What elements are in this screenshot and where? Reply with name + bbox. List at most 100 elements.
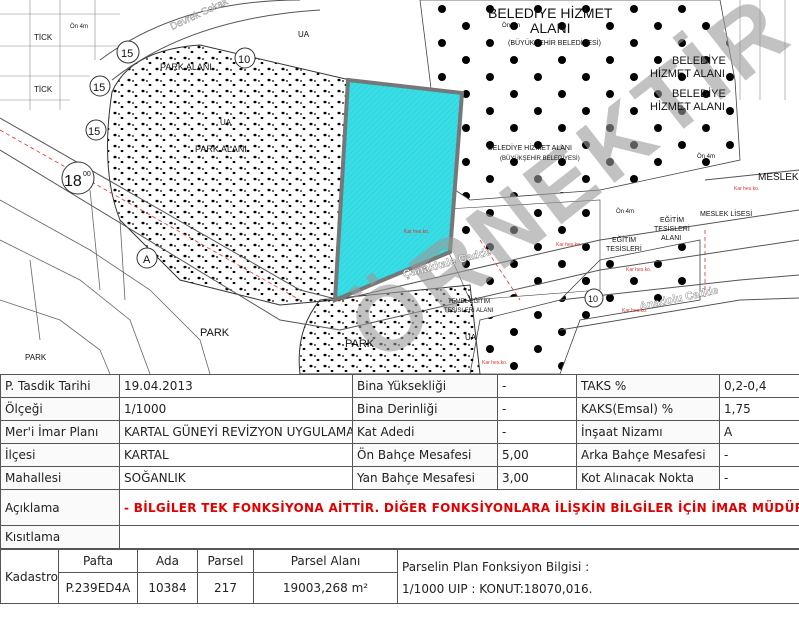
- taks-label: TAKS %: [576, 374, 720, 398]
- table-row: Kısıtlama: [0, 525, 799, 549]
- ilce-value: KARTAL: [119, 443, 353, 467]
- map-label-park-3: PARK: [25, 353, 47, 362]
- table-row: Ölçeği 1/1000 Bina Derinliği - KAKS(Emsa…: [0, 397, 799, 421]
- map-label-temel-egitim: TEMEL EĞİTİM: [448, 298, 490, 305]
- imar-plani-value: KARTAL GÜNEYİ REVİZYON UYGULAMA İMAR PLA…: [119, 420, 353, 444]
- insaat-nizami-label: İnşaat Nizamı: [576, 420, 720, 444]
- kadastro-label: Kadastro: [0, 549, 59, 604]
- kadastro-value-ada: 10384: [137, 572, 198, 604]
- kot-label: Kot Alınacak Nokta: [576, 466, 720, 490]
- kot-value: -: [719, 466, 799, 490]
- map-label-tesisleri-2: TESİSLERİ: [606, 244, 642, 253]
- map-label-tick-2: TİCK: [34, 85, 53, 94]
- red-note-6: Kar hes.ko.: [404, 229, 429, 235]
- plan-fonksiyon-value: 1/1000 UIP : KONUT:18070,016.: [402, 582, 593, 596]
- kat-adedi-value: -: [497, 420, 577, 444]
- red-note-5: Kar hes.ko.: [482, 360, 507, 366]
- kadastro-value-parsel-alani: 19003,268 m²: [253, 572, 398, 604]
- kadastro-value-parsel: 217: [197, 572, 254, 604]
- kisitlama-value: [119, 525, 799, 549]
- yan-bahce-value: 3,00: [497, 466, 577, 490]
- zoning-map[interactable]: ÖRNEKTİR BELEDİYE HİZMET ALANI (BÜYÜKŞEH…: [0, 0, 799, 374]
- kadastro-value-pafta: P.239ED4A: [58, 572, 138, 604]
- map-label-ua-2: UA: [220, 118, 232, 127]
- table-row: Mer'i İmar Planı KARTAL GÜNEYİ REVİZYON …: [0, 420, 799, 444]
- map-label-setback-4: Ön 4m: [70, 23, 88, 30]
- circle-label-10b: 10: [588, 294, 598, 304]
- imar-plani-label: Mer'i İmar Planı: [0, 420, 120, 444]
- map-label-buyuksehir: (BÜYÜKŞEHİR BELEDİYESİ): [508, 38, 601, 47]
- red-note-2: Kar hes.ko.: [556, 242, 581, 248]
- circle-label-15c: 15: [88, 126, 100, 138]
- table-row: P. Tasdik Tarihi 19.04.2013 Bina Yüksekl…: [0, 374, 799, 398]
- street-devrek: Devrek Sokak: [169, 0, 231, 33]
- on-bahce-value: 5,00: [497, 443, 577, 467]
- arka-bahce-label: Arka Bahçe Mesafesi: [576, 443, 720, 467]
- bina-yuksekligi-label: Bina Yüksekliği: [352, 374, 498, 398]
- tasdik-value: 19.04.2013: [119, 374, 353, 398]
- bina-derinligi-value: -: [497, 397, 577, 421]
- map-label-ua-1: UA: [298, 30, 310, 39]
- map-label-setback-3: Ön 4m: [616, 208, 634, 215]
- map-label-park-alani-1: PARK ALANI: [160, 62, 212, 72]
- red-note-4: Kar hes.ko.: [622, 308, 647, 314]
- kadastro-header-pafta: Pafta: [58, 549, 138, 573]
- map-label-park-1: PARK: [200, 327, 230, 339]
- circle-label-10a: 10: [238, 54, 250, 66]
- mahalle-label: Mahallesi: [0, 466, 120, 490]
- kaks-value: 1,75: [719, 397, 799, 421]
- map-label-egitim-2: EĞİTİM: [612, 235, 636, 244]
- table-row: Mahallesi SOĞANLIK Yan Bahçe Mesafesi 3,…: [0, 466, 799, 490]
- plan-fonksiyon-cell: Parselin Plan Fonksiyon Bilgisi : 1/1000…: [397, 549, 799, 604]
- map-label-meslek-lisesi: MESLEK LİSESİ: [700, 209, 752, 218]
- map-label-hizmet-alani-1: HİZMET ALANI: [650, 67, 725, 80]
- plan-fonksiyon-title: Parselin Plan Fonksiyon Bilgisi :: [402, 560, 590, 574]
- map-label-park-2: PARK: [345, 338, 375, 350]
- map-label-egitim: EĞİTİM: [660, 215, 684, 224]
- table-row: Açıklama - BİLGİLER TEK FONKSİYONA AİTTİ…: [0, 489, 799, 526]
- map-label-setback-2: Ön 4m: [697, 153, 715, 160]
- mahalle-value: SOĞANLIK: [119, 466, 353, 490]
- map-label-temel-tesisleri: TESİSLERİ ALANI: [444, 307, 494, 314]
- map-label-alani: ALANI: [530, 20, 570, 36]
- bina-derinligi-label: Bina Derinliği: [352, 397, 498, 421]
- aciklama-value: - BİLGİLER TEK FONKSİYONA AİTTİR. DİĞER …: [119, 489, 799, 526]
- ilce-label: İlçesi: [0, 443, 120, 467]
- map-label-belediye-2: BELEDİYE: [672, 87, 726, 100]
- kadastro-header-ada: Ada: [137, 549, 198, 573]
- map-label-ua-3: UA: [465, 333, 477, 342]
- aciklama-label: Açıklama: [0, 489, 120, 526]
- zoning-info-table: P. Tasdik Tarihi 19.04.2013 Bina Yüksekl…: [0, 374, 799, 549]
- red-note-1: Kar hes.ko.: [734, 186, 759, 192]
- table-row: İlçesi KARTAL Ön Bahçe Mesafesi 5,00 Ark…: [0, 443, 799, 467]
- circle-label-15b: 15: [93, 82, 105, 94]
- kat-adedi-label: Kat Adedi: [352, 420, 498, 444]
- map-label-tick-1: TİCK: [34, 33, 53, 42]
- kisitlama-label: Kısıtlama: [0, 525, 120, 549]
- kadastro-table: Kadastro Pafta Ada Parsel Parsel Alanı P…: [0, 549, 799, 604]
- olcek-value: 1/1000: [119, 397, 353, 421]
- kadastro-header-parsel: Parsel: [197, 549, 254, 573]
- olcek-label: Ölçeği: [0, 397, 120, 421]
- map-label-setback-1: Ön 4m: [502, 22, 520, 29]
- parcel-info-panel: P. Tasdik Tarihi 19.04.2013 Bina Yüksekl…: [0, 374, 799, 629]
- red-note-3: Kar hes.ko.: [626, 267, 651, 273]
- map-label-hizmet-alani-2: HİZMET ALANI: [650, 100, 725, 113]
- yan-bahce-label: Yan Bahçe Mesafesi: [352, 466, 498, 490]
- map-label-park-alani-2: PARK ALANI: [195, 144, 247, 154]
- kadastro-header-parsel-alani: Parsel Alanı: [253, 549, 398, 573]
- map-label-tesisleri: TESİSLERİ: [654, 224, 690, 233]
- kaks-label: KAKS(Emsal) %: [576, 397, 720, 421]
- circle-label-18-sup: 00: [83, 171, 91, 178]
- table-row: Kadastro Pafta Ada Parsel Parsel Alanı P…: [0, 549, 799, 604]
- circle-label-15a: 15: [121, 48, 133, 60]
- map-label-meslek: MESLEK: [758, 172, 799, 183]
- map-label-a: A: [143, 254, 151, 266]
- map-label-belediye-hizmet-small: BELEDİYE HİZMET ALANI: [488, 143, 572, 152]
- map-label-buyuksehir-small: (BÜYÜKŞEHİR BELEDİYESİ): [500, 155, 580, 162]
- arka-bahce-value: -: [719, 443, 799, 467]
- map-label-belediye-hizmet: BELEDİYE HİZMET: [488, 4, 613, 21]
- tasdik-label: P. Tasdik Tarihi: [0, 374, 120, 398]
- taks-value: 0,2-0,4: [719, 374, 799, 398]
- insaat-nizami-value: A: [719, 420, 799, 444]
